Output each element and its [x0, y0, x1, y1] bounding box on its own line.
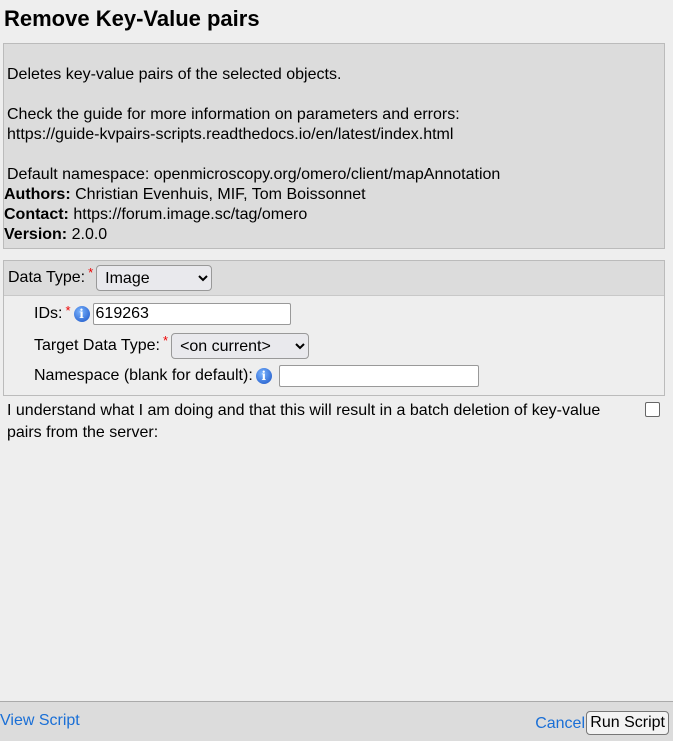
confirm-checkbox[interactable] [645, 402, 660, 417]
guide-url: https://guide-kvpairs-scripts.readthedoc… [7, 126, 454, 143]
ids-label: IDs: [34, 305, 63, 322]
contact: https://forum.image.sc/tag/omero [73, 206, 308, 223]
info-icon[interactable]: i [73, 306, 90, 322]
script-description: Deletes key-value pairs of the selected … [3, 43, 665, 249]
namespace-label: Namespace (blank for default): [34, 367, 253, 384]
target-data-type-label: Target Data Type: [34, 337, 160, 354]
page-title: Remove Key-Value pairs [4, 6, 260, 31]
footer: View Script Cancel Run Script [0, 701, 673, 741]
contact-label: Contact: [4, 206, 69, 223]
parameters-panel: Data Type: * Image IDs: * i Target Data … [3, 260, 665, 396]
info-icon[interactable]: i [255, 368, 272, 384]
version-label: Version: [4, 226, 68, 243]
version: 2.0.0 [71, 226, 108, 243]
ids-input[interactable] [92, 303, 291, 325]
summary: Deletes key-value pairs of the selected … [7, 66, 342, 83]
authors-label: Authors: [4, 186, 71, 203]
required-mark: * [88, 265, 94, 280]
data-type-label: Data Type: [8, 269, 86, 286]
guide-text: Check the guide for more information on … [7, 106, 460, 123]
cancel-link[interactable]: Cancel [535, 715, 585, 733]
namespace-input[interactable] [278, 365, 479, 387]
target-data-type-select[interactable]: <on current> [171, 333, 310, 359]
authors: Christian Evenhuis, MIF, Tom Boissonnet [75, 186, 366, 203]
data-type-select[interactable]: Image [96, 265, 213, 291]
default-namespace: Default namespace: openmicroscopy.org/om… [7, 166, 501, 183]
required-mark: * [163, 333, 169, 348]
confirm-label: I understand what I am doing and that th… [7, 402, 601, 441]
view-script-link[interactable]: View Script [0, 712, 80, 730]
required-mark: * [65, 303, 71, 318]
run-script-button[interactable]: Run Script [586, 711, 669, 735]
